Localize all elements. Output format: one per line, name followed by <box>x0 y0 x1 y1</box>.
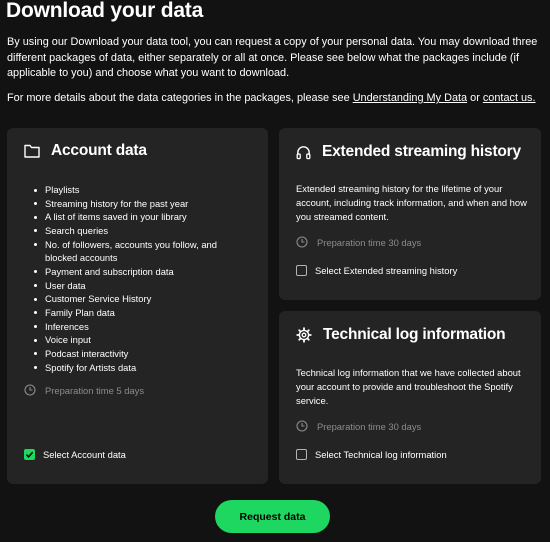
account-data-title: Account data <box>51 142 147 159</box>
select-technical-log-label: Select Technical log information <box>315 449 447 460</box>
list-item: Payment and subscription data <box>34 265 234 279</box>
select-extended-streaming-checkbox[interactable]: Select Extended streaming history <box>296 265 457 276</box>
clock-icon <box>24 384 36 396</box>
intro-text: By using our Download your data tool, yo… <box>7 36 538 79</box>
clock-icon <box>296 420 308 432</box>
list-item: Playlists <box>34 183 234 197</box>
gear-icon <box>296 327 312 343</box>
select-account-data-label: Select Account data <box>43 449 126 460</box>
list-item: Family Plan data <box>34 306 234 320</box>
account-prep-time: Preparation time 5 days <box>24 384 144 396</box>
contact-us-link[interactable]: contact us. <box>483 92 536 104</box>
extended-streaming-card: Extended streaming history Extended stre… <box>279 128 541 300</box>
list-item: Spotify for Artists data <box>34 361 234 375</box>
technical-log-card: Technical log information Technical log … <box>279 311 541 484</box>
list-item: Search queries <box>34 224 234 238</box>
select-technical-log-checkbox[interactable]: Select Technical log information <box>296 449 447 460</box>
request-data-button[interactable]: Request data <box>215 500 330 533</box>
checkbox-checked[interactable] <box>24 449 35 460</box>
extended-streaming-header: Extended streaming history <box>296 143 521 161</box>
details-text: For more details about the data categori… <box>7 91 547 106</box>
extended-prep-time: Preparation time 30 days <box>296 236 421 248</box>
headphones-icon <box>296 145 311 160</box>
details-or: or <box>467 92 483 104</box>
list-item: Streaming history for the past year <box>34 197 234 211</box>
list-item: Inferences <box>34 320 234 334</box>
list-item: Voice input <box>34 333 234 347</box>
checkbox-unchecked[interactable] <box>296 265 307 276</box>
technical-log-title: Technical log information <box>323 326 506 343</box>
technical-prep-time: Preparation time 30 days <box>296 420 421 432</box>
select-account-data-checkbox[interactable]: Select Account data <box>24 449 126 460</box>
account-data-list: Playlists Streaming history for the past… <box>34 183 234 374</box>
check-icon <box>25 451 34 458</box>
details-prefix: For more details about the data categori… <box>7 92 353 104</box>
extended-streaming-description: Extended streaming history for the lifet… <box>296 183 527 222</box>
list-item: A list of items saved in your library <box>34 210 234 224</box>
account-data-header: Account data <box>24 142 147 160</box>
folder-icon <box>24 144 40 158</box>
extended-prep-time-text: Preparation time 30 days <box>317 236 422 248</box>
list-item: Podcast interactivity <box>34 347 234 361</box>
extended-streaming-title: Extended streaming history <box>322 143 521 160</box>
clock-icon <box>296 236 308 248</box>
checkbox-unchecked[interactable] <box>296 449 307 460</box>
account-data-card: Account data Playlists Streaming history… <box>7 128 268 484</box>
account-prep-time-text: Preparation time 5 days <box>45 384 145 396</box>
technical-log-description: Technical log information that we have c… <box>296 367 521 406</box>
page-title: Download your data <box>6 0 204 22</box>
list-item: User data <box>34 279 234 293</box>
understanding-my-data-link[interactable]: Understanding My Data <box>353 92 467 104</box>
select-extended-streaming-label: Select Extended streaming history <box>315 265 458 276</box>
technical-prep-time-text: Preparation time 30 days <box>317 420 422 432</box>
list-item: No. of followers, accounts you follow, a… <box>34 238 234 265</box>
technical-log-header: Technical log information <box>296 326 506 344</box>
list-item: Customer Service History <box>34 292 234 306</box>
